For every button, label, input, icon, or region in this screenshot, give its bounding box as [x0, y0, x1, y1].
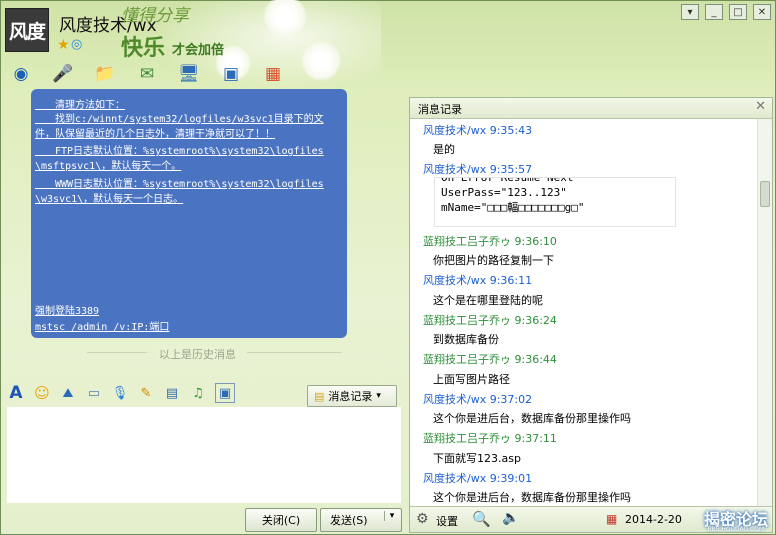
message-text: 这个是在哪里登陆的呢 — [433, 294, 543, 307]
history-line: WWW日志默认位置：%systemroot%\system32\logfiles — [35, 179, 324, 190]
separator-line — [87, 352, 147, 353]
message-log: 风度技术/wx 9:35:43 是的 风度技术/wx 9:35:57 On Er… — [410, 119, 756, 507]
history-line: 找到c:/winnt/system32/logfiles/w3svc1目录下的文 — [35, 114, 324, 125]
font-icon[interactable]: A — [7, 383, 25, 403]
share-screen-icon[interactable]: ▣ — [217, 61, 245, 87]
qzone-icon[interactable]: ◎ — [71, 37, 82, 52]
message-text: 是的 — [433, 143, 455, 156]
separator-line — [247, 352, 341, 353]
screenshot-icon[interactable]: ▭ — [85, 384, 103, 402]
scrollbar-thumb[interactable] — [760, 181, 770, 207]
main-toolbar: ◉ 🎤 📁 ✉ 🖥 ▣ ▦ — [7, 61, 301, 87]
message-sender: 蓝翔技工吕子乔ゥ 9:36:10 — [423, 235, 557, 248]
history-line: FTP日志默认位置：%systemroot%\system32\logfiles — [35, 146, 324, 157]
avatar[interactable]: 风度 — [5, 8, 49, 52]
calendar-icon[interactable]: ▦ — [606, 512, 617, 526]
format-toolbar: A ☺ ⛰ ▭ 🎙 ✎ ▤ ♫ ▣ — [7, 383, 243, 403]
code-line: UserPass="123..123" — [441, 186, 567, 199]
history-line: 件，队保留最近的几个日志外，清理干净就可以了！！ — [35, 129, 275, 140]
history-separator: 以上是历史消息 — [87, 346, 341, 362]
message-sender: 风度技术/wx 9:35:57 — [423, 163, 533, 176]
message-record-button[interactable]: ▤ 消息记录 ▾ — [307, 385, 397, 407]
history-link[interactable]: mstsc /admin /v:IP:端口 — [35, 318, 169, 333]
sms-icon[interactable]: ✉ — [133, 61, 161, 87]
message-text: 下面就写123.asp — [433, 452, 521, 465]
speaker-icon[interactable]: 🔈 — [502, 510, 519, 526]
window-controls: ▾ _ □ ✕ — [681, 4, 771, 20]
message-sender: 蓝翔技工吕子乔ゥ 9:37:11 — [423, 432, 557, 445]
record-icon: ▤ — [314, 389, 325, 403]
scrollbar[interactable] — [757, 119, 772, 507]
file-transfer-icon[interactable]: 📁 — [91, 61, 119, 87]
close-icon[interactable]: ✕ — [753, 4, 771, 20]
maximize-icon[interactable]: □ — [729, 4, 747, 20]
search-icon[interactable]: 🔍 — [472, 510, 491, 528]
screen-icon[interactable]: ▣ — [215, 383, 235, 403]
close-button[interactable]: 关闭(C) — [245, 508, 317, 532]
message-sender: 风度技术/wx 9:36:11 — [423, 274, 533, 287]
watermark-url: BBS.HOUDAO.COM — [707, 526, 764, 533]
close-button-label: 关闭(C) — [261, 514, 301, 527]
message-record-panel: 消息记录 ✕ 风度技术/wx 9:35:43 是的 风度技术/wx 9:35:5… — [409, 97, 773, 533]
chat-window: 风度 风度技术/wx 懂得分享 快乐 才会加倍 ★ ◎ ▾ _ □ ✕ ◉ 🎤 … — [0, 0, 776, 535]
slogan-text: 快乐 — [121, 36, 166, 61]
message-text: 到数据库备份 — [433, 333, 499, 346]
video-call-icon[interactable]: ◉ — [7, 61, 35, 87]
shake-icon[interactable]: ⛰ — [59, 384, 77, 402]
chevron-down-icon: ▾ — [376, 391, 381, 401]
history-message-bubble: 清理方法如下： 找到c:/winnt/system32/logfiles/w3s… — [31, 89, 347, 338]
send-button[interactable]: 发送(S) ▾ — [320, 508, 402, 532]
message-sender: 蓝翔技工吕子乔ゥ 9:36:24 — [423, 314, 557, 327]
picture-icon[interactable]: ▤ — [163, 384, 181, 402]
history-line: \msftpsvc1\，默认每天一个。 — [35, 161, 182, 172]
remote-desktop-icon[interactable]: 🖥 — [175, 61, 203, 87]
voice-msg-icon[interactable]: 🎙 — [111, 384, 129, 402]
close-icon[interactable]: ✕ — [755, 99, 766, 114]
voice-call-icon[interactable]: 🎤 — [49, 61, 77, 87]
emoji-icon[interactable]: ☺ — [33, 384, 51, 402]
message-sender: 蓝翔技工吕子乔ゥ 9:36:44 — [423, 353, 557, 366]
message-sender: 风度技术/wx 9:35:43 — [423, 124, 533, 137]
send-button-label: 发送(S) — [330, 514, 368, 527]
message-text: 上面写图片路径 — [433, 373, 510, 386]
code-snippet: On Error Resume Next UserPass="123..123"… — [434, 177, 676, 227]
flower-decoration — [301, 41, 341, 81]
message-text: 这个你是进后台，数据库备份那里操作吗 — [433, 491, 631, 504]
separator-text: 以上是历史消息 — [155, 346, 240, 362]
star-icon[interactable]: ★ — [57, 37, 70, 53]
settings-label[interactable]: 设置 — [436, 513, 458, 529]
panel-title: 消息记录 — [418, 103, 462, 116]
date-label[interactable]: 2014-2-20 — [625, 513, 682, 526]
slogan-text: 才会加倍 — [172, 43, 225, 58]
message-record-label: 消息记录 — [328, 390, 373, 403]
history-line: 清理方法如下： — [35, 100, 125, 111]
history-link[interactable]: 强制登陆3389 — [35, 302, 99, 317]
menu-icon[interactable]: ▾ — [681, 4, 699, 20]
apps-icon[interactable]: ▦ — [259, 61, 287, 87]
handwrite-icon[interactable]: ✎ — [137, 384, 155, 402]
message-sender: 风度技术/wx 9:39:01 — [423, 472, 533, 485]
code-line: On Error Resume Next — [441, 177, 574, 184]
message-sender: 风度技术/wx 9:37:02 — [423, 393, 533, 406]
message-text: 你把图片的路径复制一下 — [433, 254, 554, 267]
panel-header: 消息记录 ✕ — [410, 98, 772, 119]
panel-footer: ⚙ 设置 🔍 🔈 ▦ 2014-2-20 揭密论坛 BBS.HOUDAO.COM — [410, 506, 772, 533]
music-icon[interactable]: ♫ — [189, 384, 207, 402]
minimize-icon[interactable]: _ — [705, 4, 723, 20]
message-text: 这个你是进后台，数据库备份那里操作吗 — [433, 412, 631, 425]
slogan-text: 懂得分享 — [121, 6, 189, 26]
gear-icon[interactable]: ⚙ — [416, 511, 429, 527]
code-line: mName="□□□輻□□□□□□□g□" — [441, 201, 585, 214]
message-input[interactable] — [7, 407, 401, 503]
send-options-chevron-icon[interactable]: ▾ — [384, 511, 399, 521]
history-line: \w3svc1\，默认每天一个日志。 — [35, 194, 184, 205]
